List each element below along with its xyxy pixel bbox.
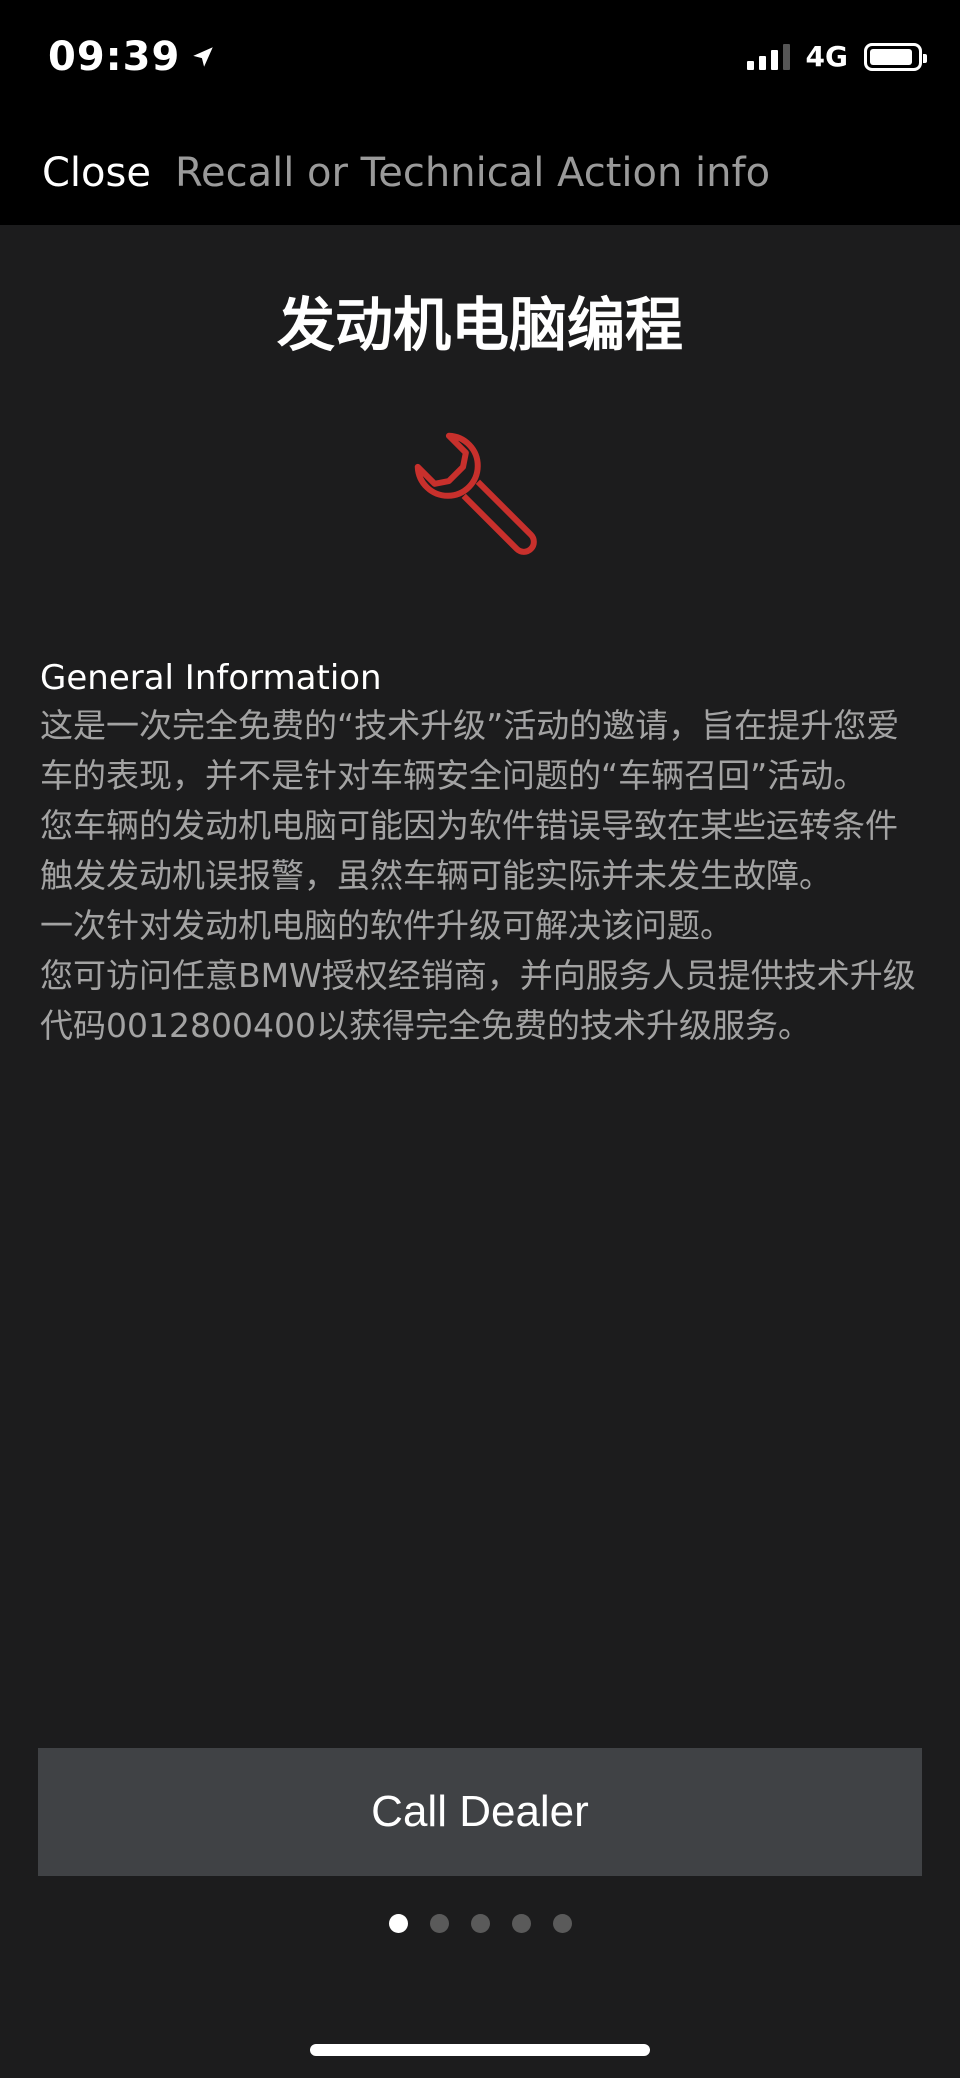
general-information-section: General Information 这是一次完全免费的“技术升级”活动的邀请… [40, 655, 920, 1051]
page-dot-active[interactable] [388, 1914, 408, 1933]
status-indicators: 4G [746, 40, 927, 73]
info-paragraph: 一次针对发动机电脑的软件升级可解决该问题。 [40, 906, 733, 945]
wrench-icon [400, 418, 560, 578]
page-dot[interactable] [511, 1914, 531, 1933]
cellular-signal-icon [746, 43, 790, 70]
nav-title: Recall or Technical Action info [174, 149, 771, 196]
status-time: 09:39 [48, 34, 216, 80]
info-paragraph: 您车辆的发动机电脑可能因为软件错误导致在某些运转条件触发发动机误报警，虽然车辆可… [40, 806, 898, 895]
info-paragraph: 这是一次完全免费的“技术升级”活动的邀请，旨在提升您爱车的表现，并不是针对车辆安… [40, 706, 900, 795]
page-dot[interactable] [470, 1914, 490, 1933]
page-dot[interactable] [552, 1914, 572, 1933]
close-button[interactable]: Close [42, 150, 151, 196]
battery-icon [864, 42, 927, 71]
status-time-text: 09:39 [48, 34, 181, 80]
home-indicator[interactable] [310, 2044, 650, 2056]
page-dot[interactable] [429, 1914, 449, 1933]
info-paragraphs: 这是一次完全免费的“技术升级”活动的邀请，旨在提升您爱车的表现，并不是针对车辆安… [40, 701, 920, 1051]
page-title: 发动机电脑编程 [276, 291, 683, 359]
section-heading: General Information [40, 658, 382, 698]
status-bar: 09:39 4G [0, 0, 960, 120]
network-type: 4G [805, 40, 848, 73]
navigation-bar: Close Recall or Technical Action info [0, 120, 960, 225]
page-indicator[interactable] [0, 1914, 960, 1933]
location-arrow-icon [193, 47, 214, 67]
info-paragraph: 您可访问任意BMW授权经销商，并向服务人员提供技术升级代码0012800400以… [40, 956, 916, 1045]
call-dealer-button[interactable]: Call Dealer [38, 1748, 922, 1876]
